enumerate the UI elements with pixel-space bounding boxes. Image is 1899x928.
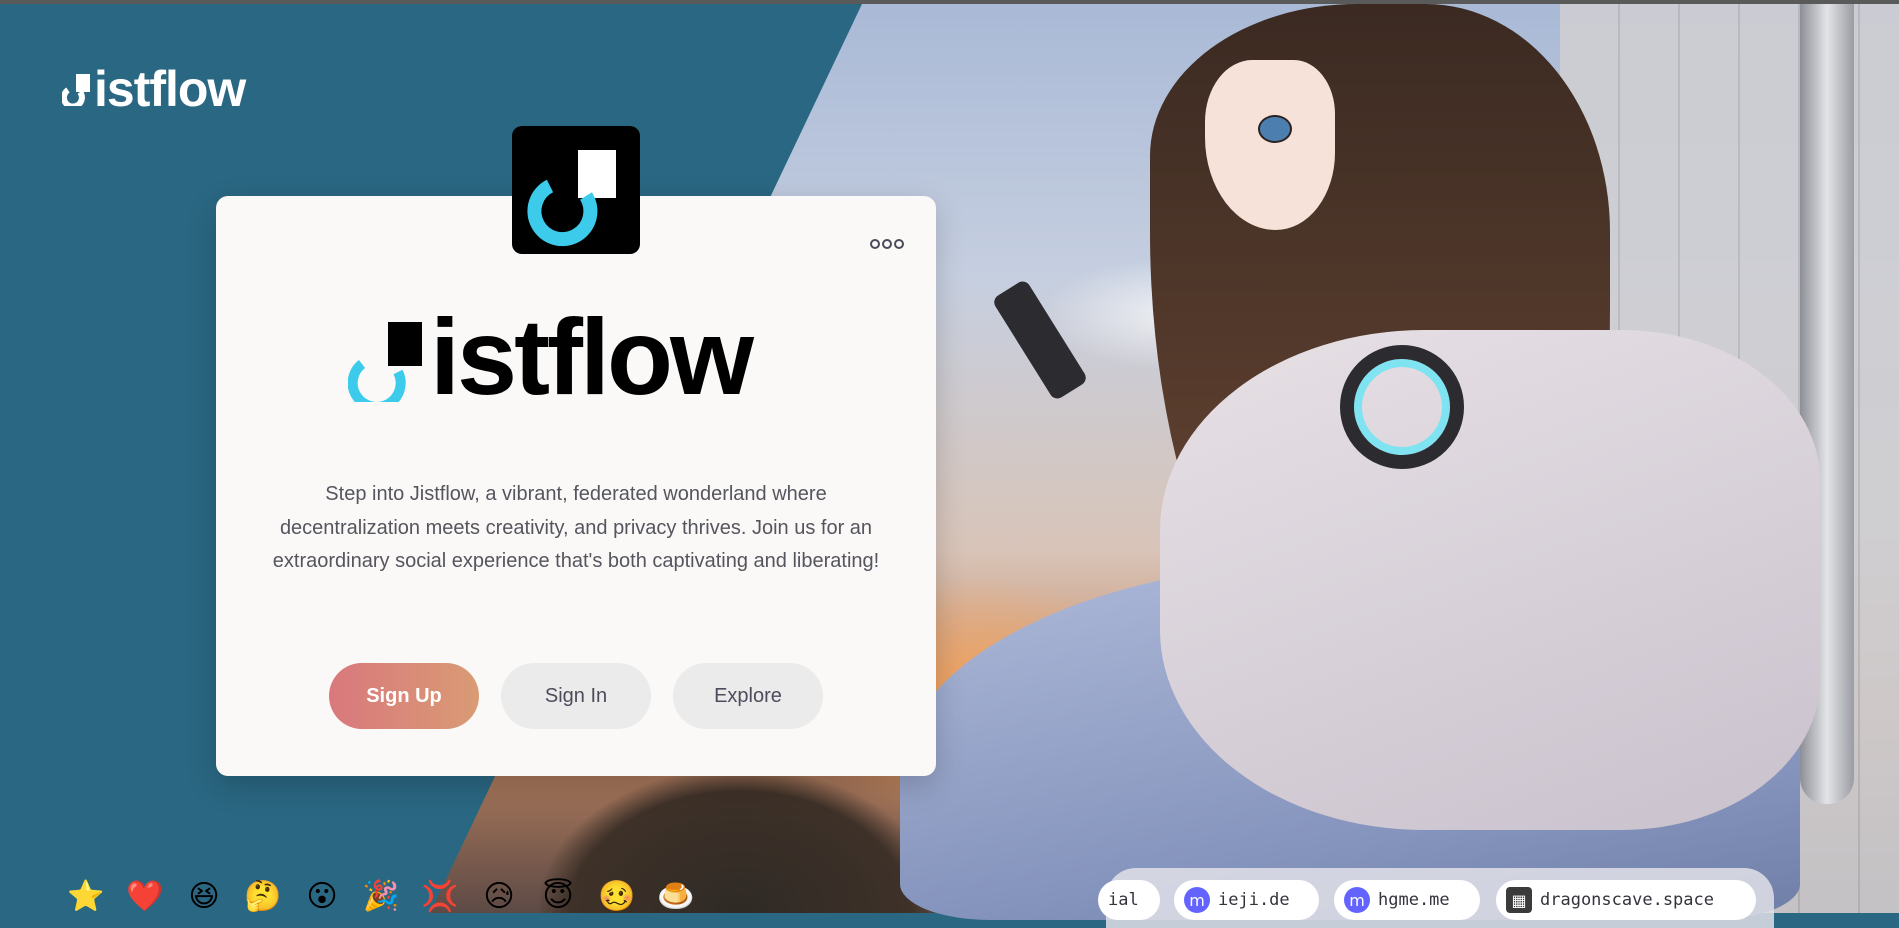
instance-pill-label: dragonscave.space xyxy=(1540,890,1714,910)
more-horizontal-icon xyxy=(882,239,892,249)
emoji: ⭐ xyxy=(67,879,105,914)
emoji: 😥 xyxy=(483,879,515,914)
emoji: 😆 xyxy=(188,879,220,914)
more-options-button[interactable] xyxy=(870,234,904,254)
explore-button[interactable]: Explore xyxy=(673,663,823,729)
illustration-eye xyxy=(1258,115,1292,143)
more-horizontal-icon xyxy=(894,239,904,249)
instance-icon xyxy=(512,126,640,254)
emoji: 🥴 xyxy=(598,879,636,914)
instance-pill[interactable]: m ieji.de xyxy=(1174,880,1319,920)
instance-pill-label: ieji.de xyxy=(1218,890,1290,910)
jistflow-logo-icon xyxy=(60,72,92,110)
sign-up-button[interactable]: Sign Up xyxy=(329,663,479,729)
instance-pill-label: hgme.me xyxy=(1378,890,1450,910)
instance-description: Step into Jistflow, a vibrant, federated… xyxy=(272,483,880,572)
emoji: 💢 xyxy=(421,879,459,914)
emoji: 😮 xyxy=(306,879,338,914)
more-horizontal-icon xyxy=(870,239,880,249)
emoji: 🤔 xyxy=(244,879,282,914)
hero-logo-text: istflow xyxy=(430,296,754,417)
hero-logo: istflow xyxy=(347,296,754,417)
illustration-headphone xyxy=(1340,345,1464,469)
site-logo-text: istflow xyxy=(94,61,246,117)
instance-pill[interactable]: ial xyxy=(1098,880,1160,920)
mastodon-icon: m xyxy=(1184,887,1210,913)
emoji: 🎉 xyxy=(362,879,400,914)
emoji-reaction-strip: ⭐ ❤️ 😆 🤔 😮 🎉 💢 😥 😇 🥴 🍮 xyxy=(66,877,696,917)
emoji: 🍮 xyxy=(657,879,695,914)
emoji: 😇 xyxy=(542,879,574,914)
instance-pill[interactable]: ▦ dragonscave.space xyxy=(1496,880,1756,920)
instance-pill-label: ial xyxy=(1108,890,1139,910)
server-icon: ▦ xyxy=(1506,887,1532,913)
instance-pill[interactable]: m hgme.me xyxy=(1334,880,1480,920)
site-logo[interactable]: istflow xyxy=(60,61,246,117)
emoji: ❤️ xyxy=(126,879,164,914)
jistflow-logo-icon xyxy=(347,306,430,412)
illustration-sweater xyxy=(1160,330,1820,830)
sign-in-button[interactable]: Sign In xyxy=(501,663,651,729)
mastodon-icon: m xyxy=(1344,887,1370,913)
